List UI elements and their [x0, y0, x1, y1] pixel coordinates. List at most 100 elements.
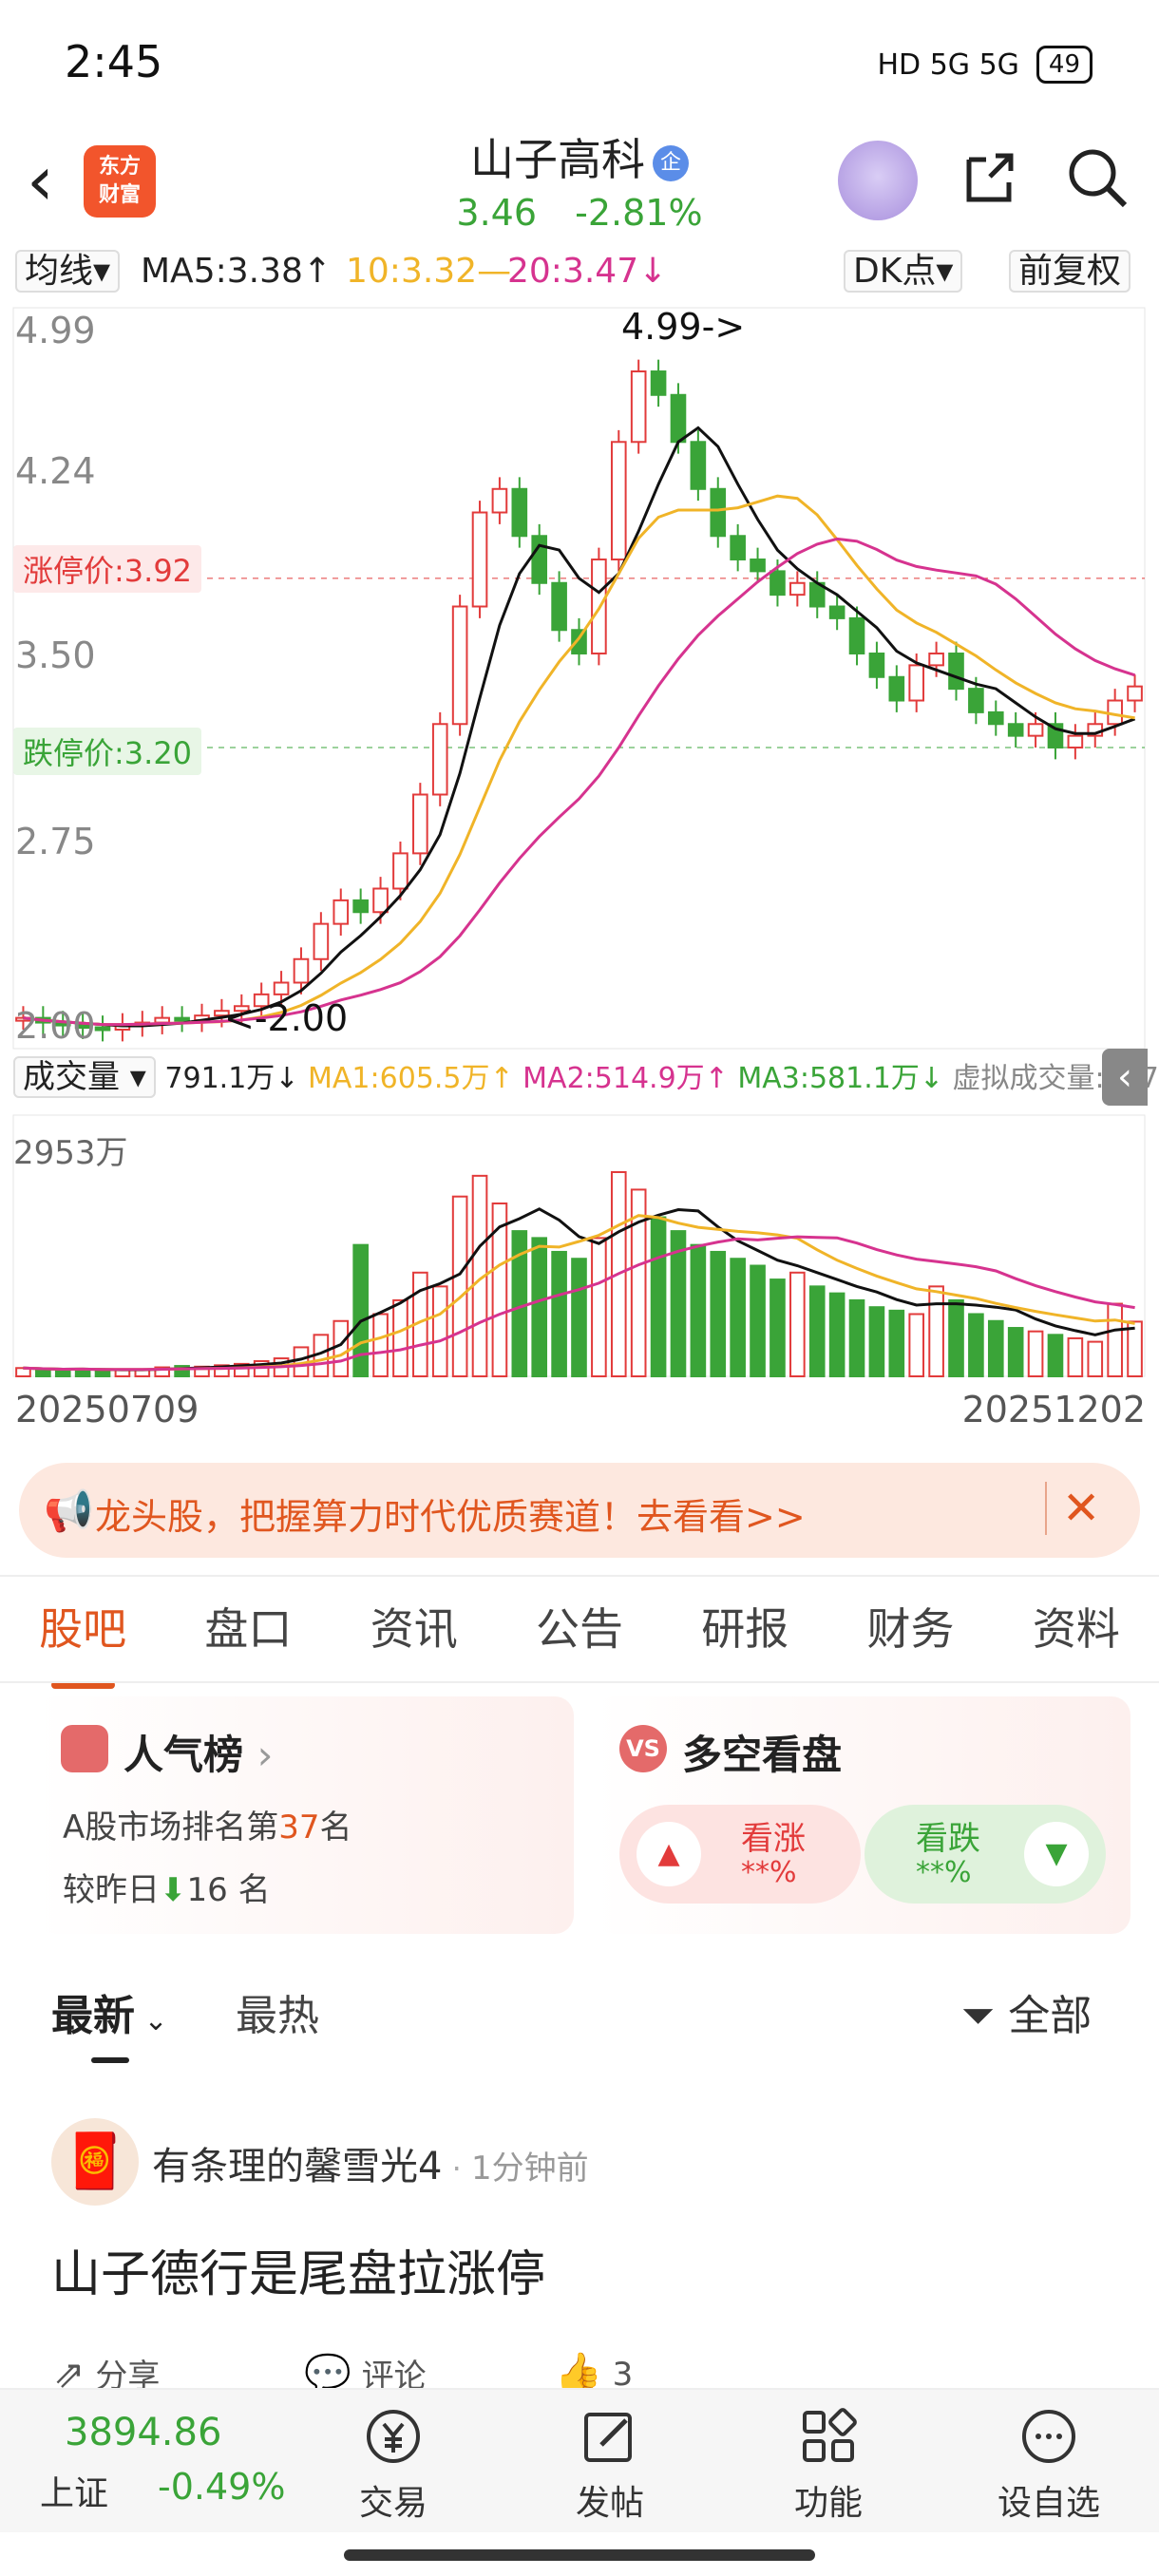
- battery-icon: 49: [1036, 46, 1092, 84]
- kline-chart[interactable]: [0, 298, 1159, 1476]
- collapse-panel-icon[interactable]: ‹: [1102, 1049, 1148, 1106]
- post-time: 1分钟前: [470, 2150, 589, 2188]
- nav-trade[interactable]: 交易: [327, 2403, 460, 2525]
- avg-line-selector[interactable]: 均线▾: [15, 245, 121, 298]
- nav-watchlist[interactable]: 设自选: [982, 2403, 1115, 2525]
- volume-bar: [828, 1292, 846, 1377]
- tab-guba[interactable]: 股吧: [29, 1596, 136, 1689]
- enterprise-badge: 企: [653, 144, 689, 181]
- candle-body: [710, 487, 727, 538]
- share-icon[interactable]: [950, 141, 1026, 217]
- volume-bar: [1007, 1327, 1024, 1378]
- bull-button[interactable]: ▲ 看涨 **%: [619, 1805, 861, 1904]
- nav-function[interactable]: 功能: [762, 2403, 895, 2525]
- tab-announcement[interactable]: 公告: [526, 1596, 633, 1681]
- avg-line-label: 均线: [25, 252, 94, 291]
- candle-body: [610, 441, 627, 561]
- ma20-value: 20:3.47↓: [507, 252, 668, 291]
- candle-body: [412, 793, 428, 855]
- candle-body: [332, 899, 350, 925]
- dk-label: DK点: [853, 252, 937, 291]
- stock-change: -2.81%: [575, 192, 703, 234]
- limit-up-label: 涨停价:3.92: [13, 545, 202, 593]
- nav-trade-label: 交易: [358, 2484, 428, 2523]
- filter-all[interactable]: ⏷ 全部: [961, 1981, 1092, 2042]
- filter-underline: [91, 2057, 129, 2063]
- volume-bar: [372, 1313, 389, 1377]
- tab-research[interactable]: 研报: [692, 1596, 798, 1681]
- candle-body: [94, 1026, 111, 1032]
- status-bar: 2:45 HD 5G 5G 49: [0, 0, 1159, 133]
- candle-body: [451, 605, 468, 726]
- index-change[interactable]: -0.49%: [158, 2466, 285, 2508]
- divider: [0, 1575, 1159, 1577]
- filter-latest[interactable]: 最新 ⌄: [51, 1981, 168, 2042]
- avatar[interactable]: 🧧: [51, 2118, 139, 2206]
- index-value[interactable]: 3894.86: [65, 2411, 221, 2454]
- bear-button[interactable]: 看跌 **% ▼: [864, 1805, 1106, 1904]
- candle-body: [471, 511, 488, 608]
- volume-bar: [1067, 1336, 1084, 1377]
- candle-body: [848, 616, 865, 655]
- close-icon[interactable]: ✕: [1062, 1482, 1100, 1535]
- filter-icon: ⏷: [961, 1992, 996, 2040]
- network-icon: HD 5G 5G: [877, 47, 1019, 82]
- tab-news[interactable]: 资讯: [361, 1596, 467, 1681]
- chevron-down-icon: ⌄: [135, 2004, 168, 2037]
- candle-body: [431, 723, 448, 796]
- yuan-icon: [367, 2410, 420, 2463]
- volume-bar: [968, 1313, 984, 1377]
- stock-price: 3.46: [456, 192, 538, 234]
- volume-bar: [987, 1319, 1004, 1378]
- ma5-value: MA5:3.38↑: [141, 252, 332, 291]
- candle-body: [1027, 723, 1044, 737]
- down-triangle-icon: ▼: [1024, 1822, 1089, 1886]
- candle-body: [928, 653, 944, 667]
- filter-latest-label: 最新: [51, 1992, 135, 2040]
- post-content[interactable]: 山子德行是尾盘拉涨停: [51, 2234, 545, 2305]
- nav-post[interactable]: 发帖: [543, 2403, 676, 2525]
- filter-all-label: 全部: [1008, 1992, 1092, 2040]
- candle-body: [1107, 699, 1123, 726]
- volume-bar: [1107, 1302, 1123, 1378]
- ai-assistant-avatar[interactable]: [838, 141, 918, 220]
- ma5-text: MA5:3.38: [141, 252, 303, 291]
- volume-selector[interactable]: 成交量 ▾: [13, 1056, 156, 1098]
- candle-body: [1007, 723, 1024, 737]
- bear-value: **%: [916, 1856, 972, 1889]
- banner-text[interactable]: 龙头股，把握算力时代优质赛道！去看看>>: [95, 1487, 806, 1540]
- vol-ma2: MA2:514.9万: [522, 1062, 705, 1095]
- volume-bar: [770, 1279, 786, 1377]
- tab-profile[interactable]: 资料: [1023, 1596, 1130, 1681]
- volume-bar: [690, 1243, 707, 1377]
- ma20-line: [23, 537, 1136, 1027]
- index-name[interactable]: 上证: [40, 2466, 108, 2515]
- candle-body: [273, 981, 290, 995]
- candle-body: [531, 535, 548, 584]
- volume-bar: [94, 1370, 111, 1377]
- date-start: 20250709: [15, 1389, 200, 1430]
- post-username[interactable]: 有条理的馨雪光4 · 1分钟前: [152, 2135, 589, 2190]
- volume-bar: [908, 1313, 925, 1377]
- tab-finance[interactable]: 财务: [858, 1596, 964, 1681]
- popularity-title-text: 人气榜: [124, 1732, 244, 1778]
- candle-body: [987, 710, 1004, 726]
- adjust-selector[interactable]: 前复权: [1009, 245, 1131, 298]
- volume-bar: [531, 1237, 548, 1377]
- chevron-right-icon: ›: [256, 1732, 274, 1778]
- price-tick-2: 4.24: [15, 450, 96, 492]
- popularity-card[interactable]: 人气榜 › A股市场排名第37名 较昨日⬇16 名: [36, 1696, 574, 1934]
- grid-icon: [803, 2408, 857, 2462]
- candle-body: [948, 653, 964, 691]
- tab-pankou[interactable]: 盘口: [195, 1596, 301, 1681]
- high-annotation: 4.99->: [621, 306, 746, 348]
- search-icon[interactable]: [1060, 141, 1136, 217]
- low-annotation: <-2.00: [224, 997, 349, 1039]
- volume-bar: [789, 1271, 806, 1378]
- dk-point-selector[interactable]: DK点▾: [844, 245, 963, 298]
- volume-bar: [571, 1258, 587, 1377]
- rank-change-line: 较昨日⬇16 名: [63, 1864, 271, 1910]
- home-indicator[interactable]: [344, 2549, 815, 2561]
- candle-body: [888, 675, 905, 702]
- filter-hot[interactable]: 最热: [236, 1981, 319, 2042]
